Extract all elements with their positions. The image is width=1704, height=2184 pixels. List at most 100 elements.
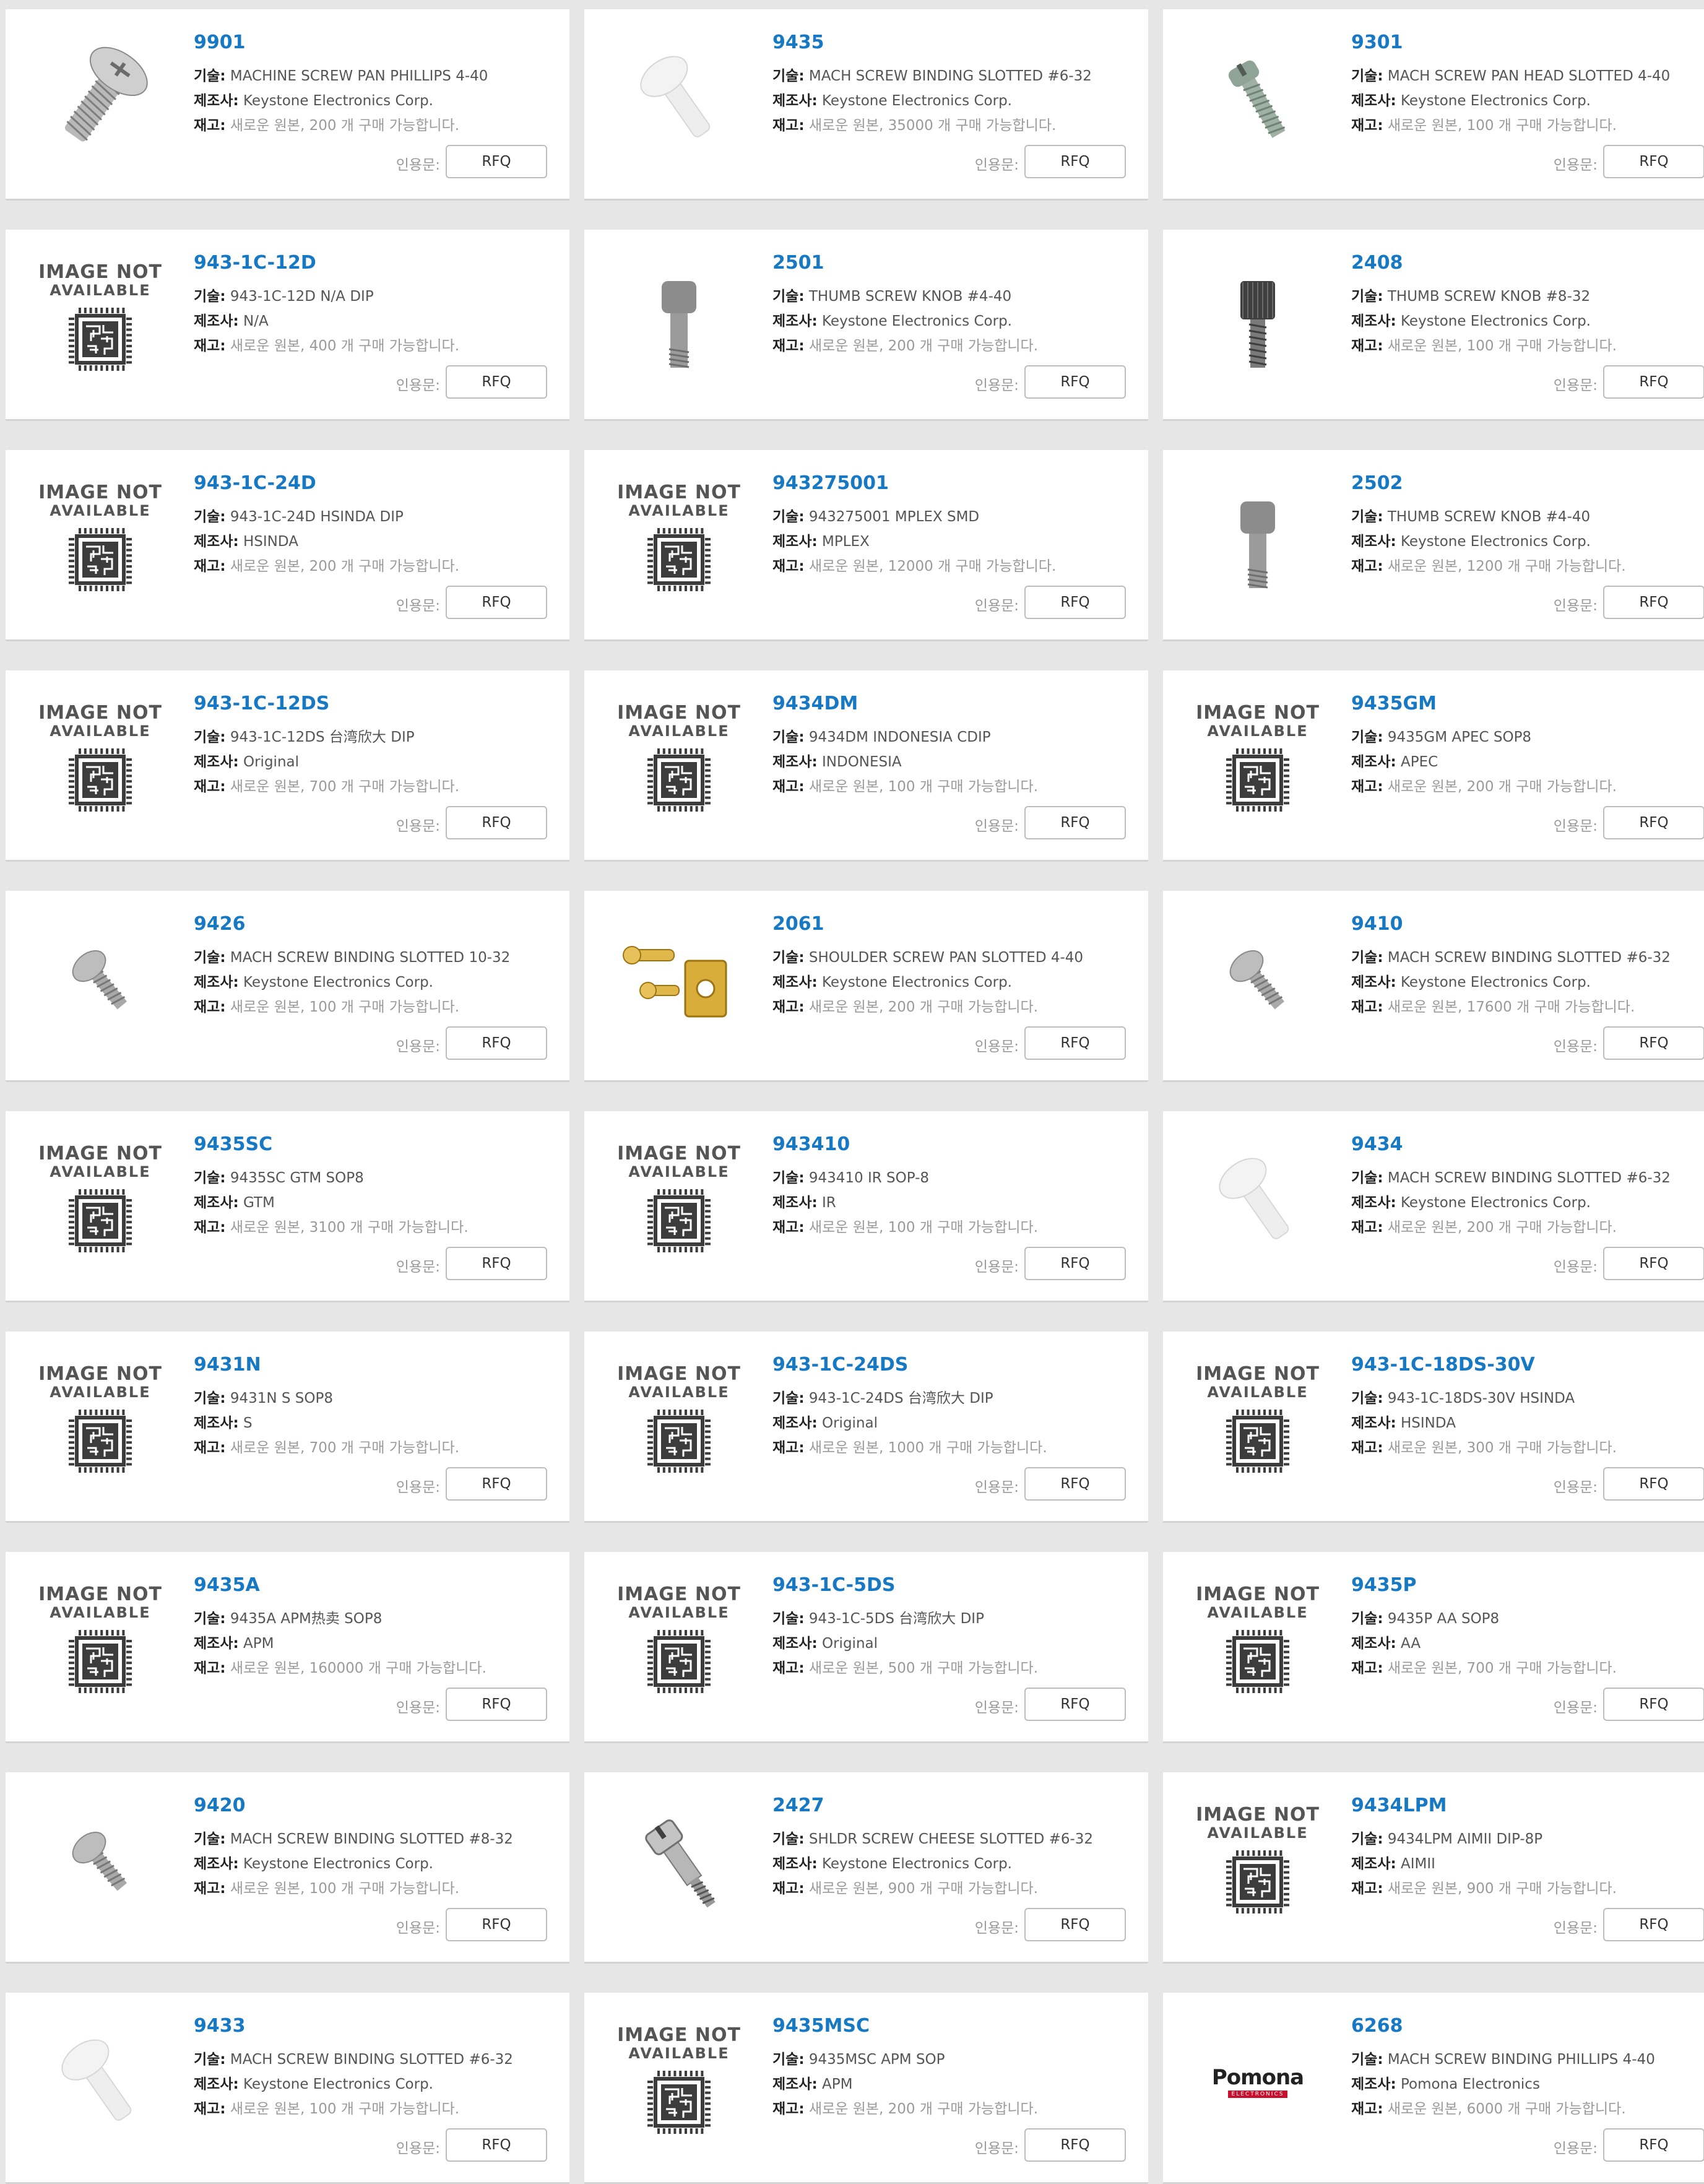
manufacturer-label: 제조사:	[772, 534, 818, 550]
part-number-link[interactable]: 943-1C-12DS	[194, 693, 329, 714]
screw-pan-phillips-icon	[64, 46, 148, 142]
rfq-button[interactable]: RFQ	[1603, 1908, 1704, 1941]
part-number-link[interactable]: 9435GM	[1351, 693, 1437, 714]
product-image[interactable]: IMAGE NOT AVAILABLE	[29, 474, 171, 604]
part-number-link[interactable]: 9435	[772, 32, 824, 53]
image-not-available-line1: IMAGE NOT	[38, 1143, 162, 1164]
part-number-link[interactable]: 9434DM	[772, 693, 858, 714]
rfq-button[interactable]: RFQ	[1603, 806, 1704, 839]
product-image[interactable]: IMAGE NOT AVAILABLE	[608, 1575, 750, 1705]
part-number-link[interactable]: 9435A	[194, 1574, 260, 1596]
product-image[interactable]	[29, 33, 171, 163]
product-image[interactable]	[29, 2016, 171, 2146]
rfq-button[interactable]: RFQ	[446, 1688, 547, 1721]
part-number-link[interactable]: 9434LPM	[1351, 1795, 1447, 1816]
quote-label: 인용문:	[396, 1480, 440, 1496]
product-image[interactable]	[29, 914, 171, 1044]
rfq-button[interactable]: RFQ	[446, 586, 547, 619]
rfq-button[interactable]: RFQ	[446, 1467, 547, 1501]
part-number-link[interactable]: 9901	[194, 32, 246, 53]
product-image[interactable]	[1187, 474, 1329, 604]
rfq-button[interactable]: RFQ	[1024, 586, 1126, 619]
product-image[interactable]: IMAGE NOT AVAILABLE	[29, 1135, 171, 1265]
rfq-button[interactable]: RFQ	[1024, 145, 1126, 178]
rfq-button[interactable]: RFQ	[446, 806, 547, 839]
part-number-link[interactable]: 943275001	[772, 472, 889, 494]
product-image[interactable]: IMAGE NOT AVAILABLE	[1187, 1796, 1329, 1926]
part-number-link[interactable]: 2501	[772, 252, 824, 274]
product-image[interactable]: IMAGE NOT AVAILABLE	[608, 694, 750, 824]
product-image[interactable]: IMAGE NOT AVAILABLE	[608, 1135, 750, 1265]
part-number-link[interactable]: 9410	[1351, 913, 1403, 935]
part-number-link[interactable]: 943-1C-24D	[194, 472, 316, 494]
part-number-link[interactable]: 2502	[1351, 472, 1403, 494]
rfq-button[interactable]: RFQ	[1603, 365, 1704, 399]
part-number-link[interactable]: 6268	[1351, 2015, 1403, 2037]
product-image[interactable]	[608, 1796, 750, 1926]
stock-value: 새로운 원본, 900 개 구매 가능합니다.	[1387, 1881, 1617, 1897]
product-image[interactable]: IMAGE NOT AVAILABLE	[1187, 1575, 1329, 1705]
product-image[interactable]	[29, 1796, 171, 1926]
part-number-link[interactable]: 943-1C-24DS	[772, 1354, 908, 1376]
product-image[interactable]: IMAGE NOT AVAILABLE	[29, 694, 171, 824]
product-image[interactable]	[608, 253, 750, 383]
product-image[interactable]	[1187, 253, 1329, 383]
product-image[interactable]: IMAGE NOT AVAILABLE	[1187, 694, 1329, 824]
part-number-link[interactable]: 9434	[1351, 1133, 1403, 1155]
part-number-link[interactable]: 943-1C-5DS	[772, 1574, 896, 1596]
rfq-button[interactable]: RFQ	[1603, 1247, 1704, 1280]
description-value: 943-1C-12DS 台湾欣大 DIP	[230, 729, 415, 745]
rfq-button[interactable]: RFQ	[1024, 365, 1126, 399]
part-number-link[interactable]: 9420	[194, 1795, 246, 1816]
part-number-link[interactable]: 943-1C-18DS-30V	[1351, 1354, 1535, 1376]
rfq-button[interactable]: RFQ	[1024, 2128, 1126, 2162]
rfq-button[interactable]: RFQ	[446, 1026, 547, 1060]
product-image[interactable]	[1187, 914, 1329, 1044]
part-number-link[interactable]: 9431N	[194, 1354, 261, 1376]
stock-line: 재고: 새로운 원본, 100 개 구매 가능합니다.	[194, 995, 459, 1016]
image-not-available-line2: AVAILABLE	[1207, 722, 1308, 740]
part-number-link[interactable]: 9435P	[1351, 1574, 1416, 1596]
product-image[interactable]: IMAGE NOT AVAILABLE	[608, 474, 750, 604]
product-image[interactable]: IMAGE NOT AVAILABLE	[1187, 1355, 1329, 1485]
rfq-button[interactable]: RFQ	[446, 365, 547, 399]
rfq-button[interactable]: RFQ	[1024, 1467, 1126, 1501]
rfq-button[interactable]: RFQ	[1024, 1026, 1126, 1060]
part-number-link[interactable]: 9435MSC	[772, 2015, 870, 2037]
part-number-link[interactable]: 9433	[194, 2015, 246, 2037]
part-number-link[interactable]: 2061	[772, 913, 824, 935]
product-image[interactable]: IMAGE NOT AVAILABLE	[29, 253, 171, 383]
rfq-button[interactable]: RFQ	[1024, 1908, 1126, 1941]
rfq-button[interactable]: RFQ	[1603, 2128, 1704, 2162]
part-number-link[interactable]: 943410	[772, 1133, 850, 1155]
rfq-button[interactable]: RFQ	[1024, 806, 1126, 839]
product-image[interactable]: IMAGE NOT AVAILABLE	[29, 1575, 171, 1705]
rfq-button[interactable]: RFQ	[446, 2128, 547, 2162]
part-number-link[interactable]: 9426	[194, 913, 246, 935]
rfq-button[interactable]: RFQ	[446, 1908, 547, 1941]
rfq-button[interactable]: RFQ	[1603, 145, 1704, 178]
product-image[interactable]: IMAGE NOT AVAILABLE	[29, 1355, 171, 1485]
rfq-button[interactable]: RFQ	[446, 145, 547, 178]
product-image[interactable]	[608, 914, 750, 1044]
part-number-link[interactable]: 2408	[1351, 252, 1403, 274]
part-number-link[interactable]: 9435SC	[194, 1133, 272, 1155]
product-image[interactable]: IMAGE NOT AVAILABLE	[608, 1355, 750, 1485]
rfq-button[interactable]: RFQ	[1024, 1247, 1126, 1280]
product-image[interactable]: Pomona ELECTRONICS	[1187, 2016, 1329, 2146]
product-image[interactable]	[608, 33, 750, 163]
rfq-button[interactable]: RFQ	[446, 1247, 547, 1280]
product-image[interactable]	[1187, 1135, 1329, 1265]
part-number-link[interactable]: 9301	[1351, 32, 1403, 53]
rfq-button[interactable]: RFQ	[1603, 1467, 1704, 1501]
image-not-available-placeholder: IMAGE NOT AVAILABLE	[38, 704, 162, 814]
part-number-link[interactable]: 943-1C-12D	[194, 252, 316, 274]
product-image[interactable]: IMAGE NOT AVAILABLE	[608, 2016, 750, 2146]
stock-label: 재고:	[1351, 1220, 1383, 1236]
product-image[interactable]	[1187, 33, 1329, 163]
rfq-button[interactable]: RFQ	[1603, 586, 1704, 619]
rfq-button[interactable]: RFQ	[1603, 1026, 1704, 1060]
rfq-button[interactable]: RFQ	[1024, 1688, 1126, 1721]
rfq-button[interactable]: RFQ	[1603, 1688, 1704, 1721]
part-number-link[interactable]: 2427	[772, 1795, 824, 1816]
